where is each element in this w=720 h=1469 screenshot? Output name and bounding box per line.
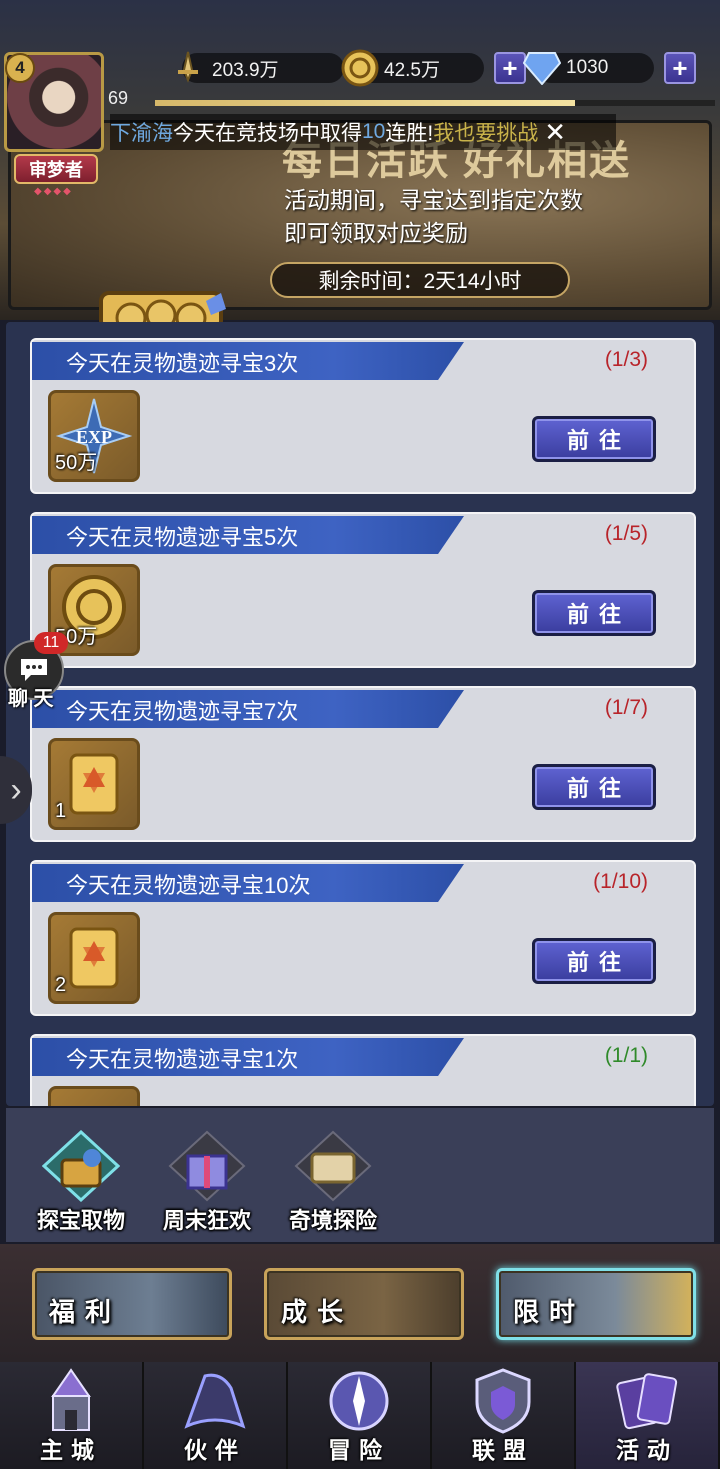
chat-bubble-icon — [21, 659, 47, 681]
map-scroll-icon — [294, 1130, 372, 1202]
treasure-chest-icon — [41, 1129, 121, 1203]
nav-label: 活动 — [616, 1437, 678, 1463]
remaining-time: 剩余时间：2天14小时 — [270, 262, 570, 298]
chat-unread-badge: 11 — [34, 632, 68, 654]
gift-box-icon — [168, 1130, 246, 1202]
gold-resource: 42.5万 + — [340, 48, 526, 88]
task-title: 今天在灵物遗迹寻宝1次 — [66, 1047, 299, 1072]
challenge-link[interactable]: 我也要挑战 — [433, 117, 538, 147]
diamond-resource: 1030 + — [522, 50, 696, 86]
task-row: 今天在灵物遗迹寻宝7次 (1/7) 1 前往 — [30, 686, 696, 842]
gold-coin-icon — [340, 48, 380, 88]
cards-icon — [616, 1373, 678, 1430]
category-limited[interactable]: 限时 — [496, 1268, 696, 1340]
task-title: 今天在灵物遗迹寻宝10次 — [66, 873, 311, 898]
category-label: 成长 — [281, 1297, 354, 1327]
nav-label: 冒险 — [328, 1437, 390, 1463]
go-button[interactable]: 前往 — [532, 590, 656, 636]
nav-alliance[interactable]: 联盟 — [432, 1362, 576, 1469]
nav-adventure[interactable]: 冒险 — [288, 1362, 432, 1469]
task-progress: (1/7) — [604, 696, 648, 719]
activity-label: 探宝取物 — [36, 1208, 125, 1233]
nav-label: 主城 — [40, 1437, 102, 1463]
bottom-nav: 主城 伙伴 冒险 联盟 活动 — [0, 1362, 720, 1469]
activity-label: 奇境探险 — [288, 1208, 377, 1233]
broadcast-player: 下渝海 — [110, 122, 173, 145]
task-progress: (1/1) — [604, 1044, 648, 1067]
nav-events[interactable]: 活动 — [576, 1362, 720, 1469]
category-growth[interactable]: 成长 — [264, 1268, 464, 1340]
task-row: 今天在灵物遗迹寻宝1次 (1/1) — [30, 1034, 696, 1106]
add-diamond-button[interactable]: + — [664, 52, 696, 84]
close-icon[interactable]: ✕ — [544, 117, 566, 148]
chat-label[interactable]: 聊 天 — [8, 682, 54, 711]
nav-partners[interactable]: 伙伴 — [144, 1362, 288, 1469]
go-button[interactable]: 前往 — [532, 764, 656, 810]
category-welfare[interactable]: 福利 — [32, 1268, 232, 1340]
reward-quantity: 50万 — [55, 452, 98, 474]
reward-slot[interactable]: 1 — [48, 738, 140, 830]
broadcast-number: 10 — [362, 120, 386, 143]
reward-slot[interactable]: 2 — [48, 912, 140, 1004]
compass-icon — [329, 1371, 389, 1431]
broadcast-text-a: 今天在竞技场中取得 — [173, 122, 362, 145]
exp-bar-fill — [155, 100, 575, 106]
task-row: 今天在灵物遗迹寻宝10次 (1/10) 2 前往 — [30, 860, 696, 1016]
power-resource: 203.9万 — [168, 50, 344, 86]
nav-label: 联盟 — [472, 1437, 534, 1463]
svg-text:EXP: EXP — [76, 427, 112, 447]
task-list[interactable]: 今天在灵物遗迹寻宝3次 (1/3) EXP 50万 前往 今天在灵物遗迹寻宝5次… — [6, 322, 714, 1106]
activity-tab-treasure[interactable]: 探宝取物 — [26, 1129, 136, 1235]
category-label: 福利 — [49, 1297, 122, 1327]
rank-tag: 审梦者 — [14, 154, 98, 184]
exp-value: 69 — [108, 88, 129, 108]
reward-slot[interactable]: EXP 50万 — [48, 390, 140, 482]
reward-slot[interactable] — [48, 1086, 140, 1106]
go-button[interactable]: 前往 — [532, 938, 656, 984]
task-progress: (1/10) — [593, 870, 648, 893]
activity-tab-weekend[interactable]: 周末狂欢 — [152, 1130, 262, 1235]
reward-quantity: 1 — [55, 800, 67, 822]
shield-icon — [475, 1368, 531, 1434]
activity-label: 周末狂欢 — [162, 1208, 251, 1233]
player-avatar[interactable]: 4 — [4, 52, 104, 152]
sword-icon — [168, 48, 208, 88]
task-title: 今天在灵物遗迹寻宝5次 — [66, 525, 299, 550]
task-title: 今天在灵物遗迹寻宝3次 — [66, 351, 299, 376]
wizard-hat-icon — [184, 1373, 246, 1429]
rank-pips: ◆◆◆◆ — [34, 186, 73, 197]
banner-description: 活动期间，寻宝达到指定次数 即可领取对应奖励 — [284, 187, 583, 246]
task-progress: (1/3) — [604, 348, 648, 371]
diamond-icon — [522, 48, 562, 88]
broadcast-text-b: 连胜! — [385, 122, 434, 145]
reward-quantity: 2 — [55, 974, 67, 996]
task-row: 今天在灵物遗迹寻宝3次 (1/3) EXP 50万 前往 — [30, 338, 696, 494]
category-label: 限时 — [513, 1297, 586, 1327]
activity-tab-adventure[interactable]: 奇境探险 — [278, 1130, 388, 1235]
task-row: 今天在灵物遗迹寻宝5次 (1/5) 50万 前往 — [30, 512, 696, 668]
player-level-badge: 4 — [5, 53, 35, 83]
go-button[interactable]: 前往 — [532, 416, 656, 462]
exp-bar — [155, 100, 715, 106]
nav-label: 伙伴 — [184, 1437, 246, 1463]
task-title: 今天在灵物遗迹寻宝7次 — [66, 699, 299, 724]
nav-main-city[interactable]: 主城 — [0, 1362, 144, 1469]
broadcast-marquee: 下渝海 今天在竞技场中取得 10 连胜! 我也要挑战 ✕ — [110, 114, 616, 150]
task-progress: (1/5) — [604, 522, 648, 545]
castle-icon — [51, 1368, 91, 1431]
